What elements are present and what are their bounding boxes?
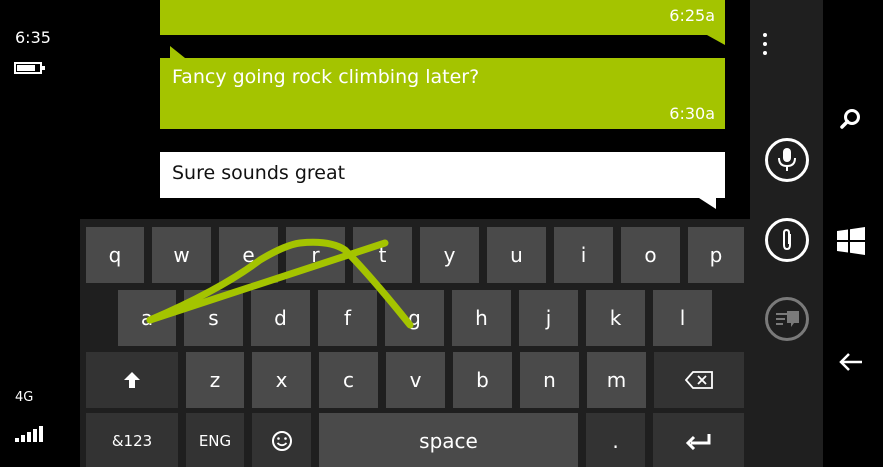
- send-button[interactable]: [765, 297, 809, 341]
- message-time: 6:30a: [669, 104, 715, 123]
- enter-icon: [685, 434, 710, 450]
- key-l[interactable]: l: [653, 290, 712, 346]
- paperclip-icon: [783, 228, 791, 251]
- search-icon[interactable]: [838, 106, 864, 132]
- key-u[interactable]: u: [487, 227, 546, 283]
- send-message-icon: [776, 311, 799, 327]
- key-q[interactable]: q: [86, 227, 144, 283]
- received-message-bubble[interactable]: Fancy going rock climbing later? 6:30a: [160, 46, 725, 129]
- emoji-key[interactable]: [252, 413, 311, 467]
- space-key[interactable]: space: [319, 413, 578, 467]
- battery-icon: [14, 62, 45, 74]
- key-r[interactable]: r: [286, 227, 345, 283]
- key-x[interactable]: x: [252, 352, 311, 408]
- message-text: Fancy going rock climbing later?: [172, 66, 480, 88]
- backspace-key[interactable]: [654, 352, 744, 408]
- key-k[interactable]: k: [586, 290, 645, 346]
- key-d[interactable]: d: [251, 290, 310, 346]
- previous-message-bubble[interactable]: 6:25a: [160, 0, 725, 45]
- key-c[interactable]: c: [319, 352, 378, 408]
- compose-message-input[interactable]: Sure sounds great: [160, 152, 725, 209]
- key-w[interactable]: w: [152, 227, 211, 283]
- key-s[interactable]: s: [184, 290, 243, 346]
- network-type: 4G: [15, 390, 34, 405]
- back-arrow-icon[interactable]: [838, 350, 864, 374]
- key-o[interactable]: o: [621, 227, 680, 283]
- attach-button[interactable]: [765, 218, 809, 262]
- compose-text: Sure sounds great: [172, 162, 346, 184]
- key-e[interactable]: e: [219, 227, 278, 283]
- key-z[interactable]: z: [186, 352, 244, 408]
- enter-key[interactable]: [653, 413, 744, 467]
- previous-message-time: 6:25a: [669, 6, 715, 25]
- key-y[interactable]: y: [420, 227, 479, 283]
- key-g[interactable]: g: [385, 290, 444, 346]
- more-ellipsis-icon[interactable]: [762, 33, 768, 57]
- symbols-key[interactable]: &123: [86, 413, 178, 467]
- language-key[interactable]: ENG: [186, 413, 244, 467]
- key-a[interactable]: a: [118, 290, 176, 346]
- key-j[interactable]: j: [519, 290, 578, 346]
- key-i[interactable]: i: [554, 227, 613, 283]
- key-m[interactable]: m: [587, 352, 646, 408]
- key-h[interactable]: h: [452, 290, 511, 346]
- emoji-icon: [271, 431, 292, 451]
- key-n[interactable]: n: [520, 352, 579, 408]
- microphone-icon: [778, 148, 796, 171]
- key-p[interactable]: p: [688, 227, 744, 283]
- shift-key[interactable]: [86, 352, 178, 408]
- backspace-icon: [685, 371, 713, 389]
- windows-start-icon[interactable]: [836, 226, 866, 256]
- signal-strength-icon: [15, 424, 45, 442]
- period-key[interactable]: .: [586, 413, 645, 467]
- voice-input-button[interactable]: [765, 138, 809, 182]
- shift-arrow-icon: [124, 372, 140, 388]
- key-b[interactable]: b: [453, 352, 512, 408]
- key-t[interactable]: t: [353, 227, 412, 283]
- key-v[interactable]: v: [386, 352, 445, 408]
- status-time: 6:35: [15, 28, 51, 47]
- key-f[interactable]: f: [318, 290, 377, 346]
